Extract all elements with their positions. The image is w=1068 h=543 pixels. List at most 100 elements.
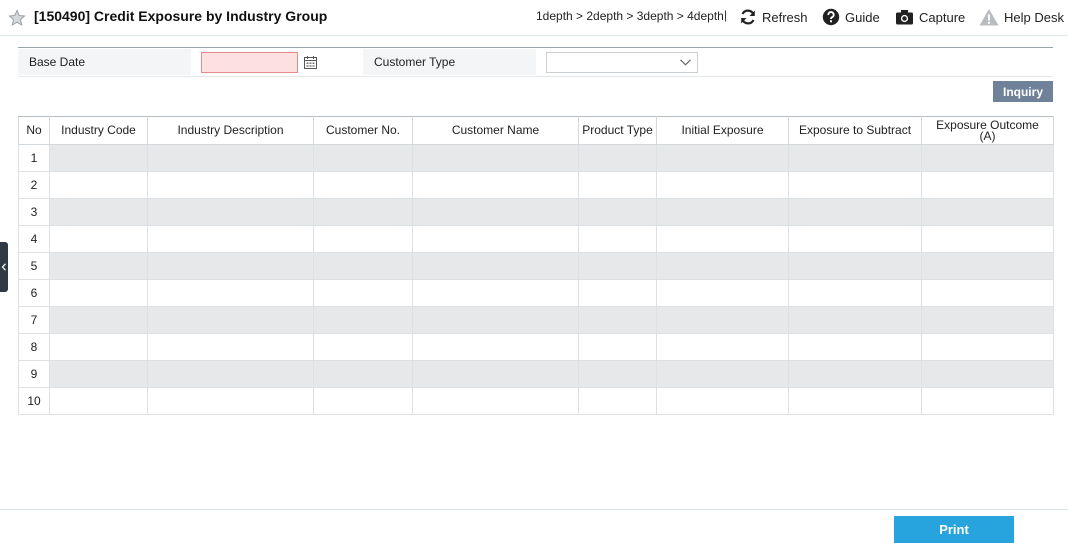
table-cell[interactable] — [147, 387, 314, 415]
table-cell[interactable] — [147, 279, 314, 307]
table-cell[interactable] — [313, 198, 413, 226]
table-cell[interactable] — [313, 333, 413, 361]
table-cell[interactable] — [656, 387, 789, 415]
table-cell[interactable] — [49, 225, 148, 253]
table-cell[interactable] — [578, 279, 657, 307]
table-cell[interactable] — [147, 252, 314, 280]
customer-type-select[interactable] — [546, 52, 698, 73]
table-cell[interactable] — [788, 171, 922, 199]
table-cell[interactable] — [656, 225, 789, 253]
table-row[interactable]: 4 — [18, 225, 1054, 253]
table-cell[interactable] — [49, 333, 148, 361]
table-cell[interactable] — [578, 252, 657, 280]
table-cell[interactable] — [412, 279, 579, 307]
table-cell[interactable] — [313, 225, 413, 253]
table-cell[interactable] — [921, 198, 1054, 226]
table-cell[interactable] — [49, 144, 148, 172]
table-cell[interactable] — [147, 144, 314, 172]
table-cell[interactable] — [49, 171, 148, 199]
inquiry-button[interactable]: Inquiry — [993, 81, 1053, 102]
refresh-button[interactable]: Refresh — [739, 6, 808, 28]
table-cell[interactable] — [147, 333, 314, 361]
star-icon[interactable] — [8, 9, 26, 27]
print-button[interactable]: Print — [894, 516, 1014, 543]
table-cell[interactable] — [656, 279, 789, 307]
table-cell[interactable] — [921, 252, 1054, 280]
table-cell[interactable] — [412, 252, 579, 280]
help-desk-button[interactable]: Help Desk — [979, 6, 1064, 28]
table-cell[interactable] — [313, 144, 413, 172]
column-header-industry-code[interactable]: Industry Code — [49, 116, 148, 145]
table-cell[interactable] — [921, 171, 1054, 199]
table-row[interactable]: 2 — [18, 171, 1054, 199]
column-header-exposure-to-subtract[interactable]: Exposure to Subtract — [788, 116, 922, 145]
table-cell[interactable] — [656, 333, 789, 361]
table-cell[interactable] — [788, 279, 922, 307]
table-cell[interactable] — [578, 360, 657, 388]
table-cell[interactable] — [412, 387, 579, 415]
table-cell[interactable] — [313, 171, 413, 199]
guide-button[interactable]: Guide — [822, 6, 880, 28]
table-cell[interactable] — [788, 198, 922, 226]
table-cell[interactable] — [147, 225, 314, 253]
capture-button[interactable]: Capture — [895, 6, 965, 28]
table-cell[interactable] — [656, 171, 789, 199]
table-row[interactable]: 5 — [18, 252, 1054, 280]
table-cell[interactable] — [412, 333, 579, 361]
table-cell[interactable] — [921, 360, 1054, 388]
calendar-button[interactable] — [300, 52, 320, 73]
table-cell[interactable] — [49, 387, 148, 415]
column-header-exposure-outcome[interactable]: Exposure Outcome (A) — [921, 116, 1054, 145]
table-cell[interactable] — [921, 225, 1054, 253]
table-cell[interactable] — [921, 279, 1054, 307]
table-cell[interactable] — [578, 171, 657, 199]
table-cell[interactable] — [49, 279, 148, 307]
table-cell[interactable] — [578, 225, 657, 253]
table-cell[interactable] — [578, 306, 657, 334]
table-cell[interactable] — [788, 252, 922, 280]
table-cell[interactable] — [788, 225, 922, 253]
table-cell[interactable] — [788, 144, 922, 172]
table-cell[interactable] — [313, 387, 413, 415]
table-row[interactable]: 7 — [18, 306, 1054, 334]
table-cell[interactable] — [656, 252, 789, 280]
table-cell[interactable] — [412, 306, 579, 334]
column-header-initial-exposure[interactable]: Initial Exposure — [656, 116, 789, 145]
table-cell[interactable] — [412, 171, 579, 199]
table-cell[interactable] — [412, 198, 579, 226]
table-cell[interactable] — [578, 333, 657, 361]
column-header-industry-description[interactable]: Industry Description — [147, 116, 314, 145]
table-row[interactable]: 10 — [18, 387, 1054, 415]
table-cell[interactable] — [578, 387, 657, 415]
column-header-customer-no[interactable]: Customer No. — [313, 116, 413, 145]
table-cell[interactable] — [788, 360, 922, 388]
column-header-customer-name[interactable]: Customer Name — [412, 116, 579, 145]
table-cell[interactable] — [147, 198, 314, 226]
table-cell[interactable] — [656, 306, 789, 334]
table-cell[interactable] — [656, 360, 789, 388]
table-cell[interactable] — [578, 144, 657, 172]
column-header-no[interactable]: No — [18, 116, 50, 145]
table-cell[interactable] — [313, 279, 413, 307]
table-cell[interactable] — [412, 144, 579, 172]
table-cell[interactable] — [49, 252, 148, 280]
table-cell[interactable] — [49, 360, 148, 388]
table-cell[interactable] — [313, 360, 413, 388]
table-cell[interactable] — [921, 387, 1054, 415]
table-cell[interactable] — [147, 306, 314, 334]
table-cell[interactable] — [921, 306, 1054, 334]
table-cell[interactable] — [788, 306, 922, 334]
sidebar-toggle-handle[interactable] — [0, 242, 8, 292]
table-row[interactable]: 3 — [18, 198, 1054, 226]
table-cell[interactable] — [412, 225, 579, 253]
table-row[interactable]: 1 — [18, 144, 1054, 172]
table-cell[interactable] — [656, 198, 789, 226]
table-cell[interactable] — [578, 198, 657, 226]
table-cell[interactable] — [656, 144, 789, 172]
column-header-product-type[interactable]: Product Type — [578, 116, 657, 145]
table-cell[interactable] — [313, 252, 413, 280]
table-cell[interactable] — [313, 306, 413, 334]
base-date-input[interactable] — [201, 52, 298, 73]
table-row[interactable]: 6 — [18, 279, 1054, 307]
table-cell[interactable] — [147, 171, 314, 199]
